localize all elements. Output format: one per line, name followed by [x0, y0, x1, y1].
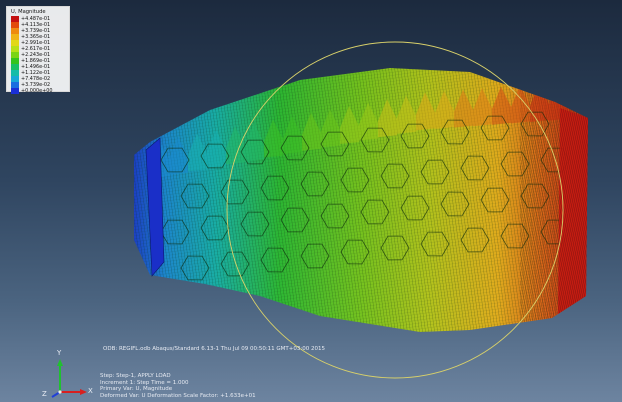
- legend-entries: +4.487e-01 +4.113e-01 +3.739e-01 +3.365e-01…: [11, 16, 69, 94]
- contour-legend: U, Magnitude +4.487e-01 +4.113e-01 +3.739e…: [6, 6, 70, 94]
- triad-labels: Y X Z: [36, 346, 96, 400]
- legend-title: U, Magnitude: [11, 9, 46, 15]
- axis-x-label: X: [88, 387, 93, 395]
- honeycomb-model[interactable]: [120, 60, 600, 340]
- legend-swatch: [11, 88, 19, 94]
- deformed-var-label: Deformed Var: U Deformation Scale Factor…: [100, 392, 256, 399]
- legend-value: +0.000e+00: [21, 88, 53, 94]
- legend-entry: +0.000e+00: [11, 88, 69, 94]
- axis-y-label: Y: [57, 349, 62, 357]
- model-viewport[interactable]: [0, 0, 622, 402]
- fin: [530, 84, 549, 122]
- odb-info: ODB: REGIFL.odb Abaqus/Standard 6.13-1 T…: [103, 346, 325, 352]
- step-info: Step: Step-1, APPLY LOAD Increment 1: St…: [100, 373, 256, 399]
- axis-z-label: Z: [42, 390, 47, 398]
